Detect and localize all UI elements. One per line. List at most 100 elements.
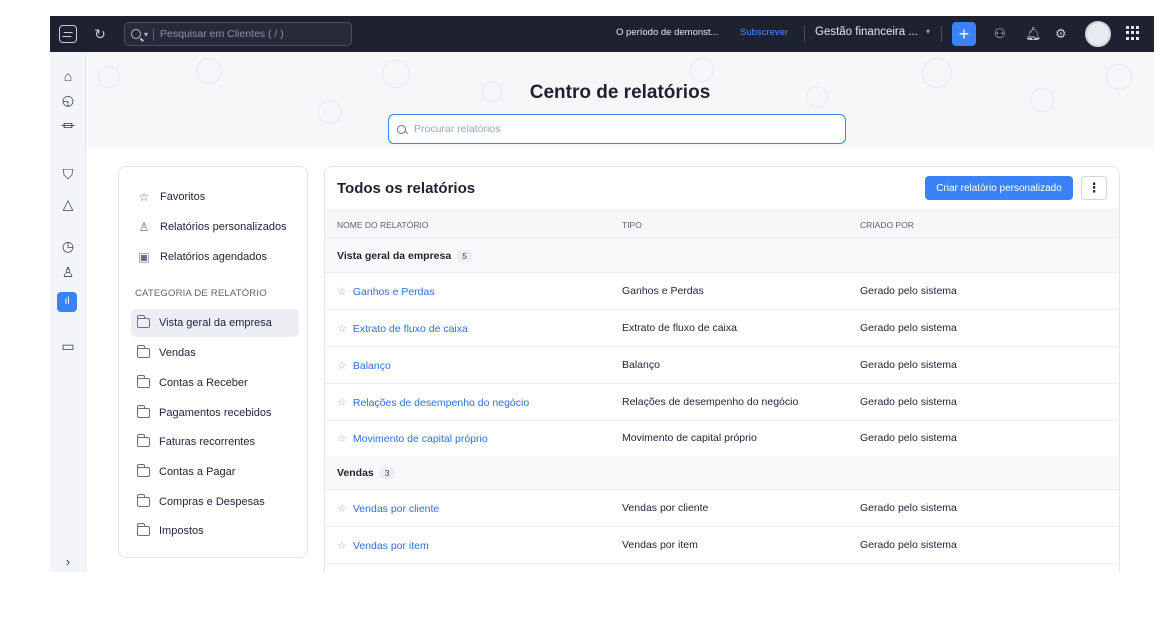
star-icon[interactable]: ☆ <box>337 432 347 445</box>
sidebar-item-label: Contas a Pagar <box>159 466 236 478</box>
folder-icon <box>137 494 150 507</box>
chevron-down-icon[interactable]: ▾ <box>144 30 148 39</box>
report-link[interactable]: ☆ Extrato de fluxo de caixa <box>337 322 468 336</box>
table-row[interactable]: ☆ Vendas por cliente Vendas por cliente G… <box>325 490 1119 527</box>
group-count-badge: 5 <box>457 249 472 262</box>
report-link[interactable]: ☆ Relações de desempenho do negócio <box>337 396 529 410</box>
refresh-icon[interactable]: ↻ <box>86 16 114 52</box>
reports-icon[interactable]: ıl <box>57 292 77 312</box>
logo-icon[interactable] <box>50 16 86 52</box>
report-link[interactable]: ☆ Balanço <box>337 359 391 373</box>
report-type: Vendas por cliente <box>622 502 709 514</box>
sidebar-item-recurring-invoices[interactable]: Faturas recorrentes <box>131 428 299 456</box>
report-created-by: Gerado pelo sistema <box>860 285 957 297</box>
sidebar-item-label: Vendas <box>159 347 196 359</box>
global-search-placeholder[interactable]: Pesquisar em Clientes ( / ) <box>160 28 284 40</box>
subscribe-link[interactable]: Subscrever <box>740 27 788 38</box>
sidebar-item-payments-received[interactable]: Pagamentos recebidos <box>131 399 299 427</box>
top-bar: ↻ ▾ Pesquisar em Clientes ( / ) O períod… <box>50 16 1154 52</box>
star-icon[interactable]: ☆ <box>337 539 347 552</box>
search-icon <box>131 29 141 39</box>
report-link[interactable]: ☆ Movimento de capital próprio <box>337 432 488 446</box>
table-row[interactable]: ☆ Relações de desempenho do negócio Relaç… <box>325 384 1119 421</box>
gear-icon[interactable]: ⚙ <box>1055 26 1067 42</box>
star-icon[interactable]: ☆ <box>337 502 347 515</box>
report-search[interactable] <box>388 114 846 144</box>
group-count-badge: 3 <box>379 466 395 479</box>
star-icon[interactable]: ☆ <box>337 322 347 335</box>
report-name[interactable]: Extrato de fluxo de caixa <box>353 323 468 335</box>
column-header-created-by[interactable]: CRIADO POR <box>860 220 914 230</box>
sidebar-item-purchases-expenses[interactable]: Compras e Despesas <box>131 488 299 516</box>
user-icon[interactable]: ♙ <box>50 264 86 281</box>
sidebar-item-custom-reports[interactable]: ♙ Relatórios personalizados <box>131 213 299 241</box>
bag-icon[interactable]: ◵ <box>50 92 86 109</box>
folder-icon <box>137 434 150 447</box>
trial-notice: O período de demonst... <box>616 27 719 38</box>
sidebar-item-taxes[interactable]: Impostos <box>131 517 299 545</box>
report-name[interactable]: Balanço <box>353 360 391 372</box>
table-row[interactable]: ☆ Balanço Balanço Gerado pelo sistema <box>325 347 1119 384</box>
global-search[interactable]: ▾ Pesquisar em Clientes ( / ) <box>124 22 352 46</box>
org-switcher[interactable]: Gestão financeira ... <box>815 26 918 38</box>
star-icon[interactable]: ☆ <box>337 285 347 298</box>
cart-icon[interactable]: ⛉ <box>50 166 86 183</box>
report-search-input[interactable] <box>414 123 814 135</box>
table-row[interactable]: ☆ Extrato de fluxo de caixa Extrato de fl… <box>325 310 1119 347</box>
quick-create-button[interactable]: + <box>952 22 976 46</box>
report-name[interactable]: Vendas por cliente <box>353 503 439 515</box>
decorative-doodle <box>690 58 714 82</box>
table-row[interactable]: ☆ Ganhos e Perdas Ganhos e Perdas Gerado … <box>325 273 1119 310</box>
star-icon[interactable]: ☆ <box>337 359 347 372</box>
group-name: Vista geral da empresa <box>337 249 452 262</box>
create-custom-report-button[interactable]: Criar relatório personalizado <box>925 176 1073 200</box>
report-type: Balanço <box>622 359 660 371</box>
sidebar-item-company-overview[interactable]: Vista geral da empresa <box>131 309 299 337</box>
report-created-by: Gerado pelo sistema <box>860 432 957 444</box>
report-name[interactable]: Vendas por item <box>353 540 429 552</box>
report-created-by: Gerado pelo sistema <box>860 359 957 371</box>
report-link[interactable]: ☆ Vendas por item <box>337 539 429 553</box>
clock-icon[interactable]: ◷ <box>50 238 86 255</box>
people-icon[interactable]: ⚇ <box>994 26 1006 42</box>
sidebar-item-label: Relatórios agendados <box>160 251 268 263</box>
sidebar-item-scheduled-reports[interactable]: ▣ Relatórios agendados <box>131 243 299 271</box>
star-icon: ☆ <box>138 190 150 204</box>
sidebar-item-sales[interactable]: Vendas <box>131 339 299 367</box>
column-header-name[interactable]: NOME DO RELATÓRIO <box>337 220 428 230</box>
report-type: Ganhos e Perdas <box>622 285 704 297</box>
folder-icon <box>137 315 150 328</box>
sidebar-item-label: Impostos <box>159 525 204 537</box>
folder-icon[interactable]: ▭ <box>50 338 86 355</box>
apps-grid-icon[interactable] <box>1126 26 1140 40</box>
reports-title: Todos os relatórios <box>337 180 476 197</box>
bank-icon[interactable]: ⏛ <box>50 116 86 136</box>
report-name[interactable]: Ganhos e Perdas <box>353 286 435 298</box>
column-header-type[interactable]: TIPO <box>622 220 642 230</box>
avatar[interactable] <box>1085 21 1111 47</box>
sidebar-item-label: Favoritos <box>160 191 206 203</box>
report-name[interactable]: Movimento de capital próprio <box>353 433 488 445</box>
sidebar-item-label: Vista geral da empresa <box>159 317 272 329</box>
sidebar-item-payables[interactable]: Contas a Pagar <box>131 458 299 486</box>
star-icon[interactable]: ☆ <box>337 396 347 409</box>
table-row[interactable]: ☆ Movimento de capital próprio Movimento … <box>325 420 1119 457</box>
sidebar-item-favorites[interactable]: ☆ Favoritos <box>131 183 299 211</box>
bell-icon[interactable]: 🔔︎ <box>1025 26 1042 42</box>
report-link[interactable]: ☆ Vendas por cliente <box>337 502 439 516</box>
shopping-bag-icon[interactable]: △ <box>50 196 86 213</box>
sidebar-item-label: Faturas recorrentes <box>159 436 255 448</box>
user-icon: ♙ <box>138 220 150 234</box>
chevron-down-icon[interactable]: ▾ <box>926 27 930 36</box>
report-created-by: Gerado pelo sistema <box>860 322 957 334</box>
home-icon[interactable]: ⌂ <box>50 68 86 84</box>
more-options-button[interactable]: ⋮ <box>1081 176 1107 200</box>
table-row[interactable]: ☆ Vendas por item Vendas por item Gerado … <box>325 527 1119 564</box>
folder-icon <box>137 523 150 536</box>
chevron-right-icon[interactable]: › <box>50 554 86 569</box>
sidebar-item-receivables[interactable]: Contas a Receber <box>131 369 299 397</box>
report-name[interactable]: Relações de desempenho do negócio <box>353 397 529 409</box>
report-type: Relações de desempenho do negócio <box>622 396 799 408</box>
report-link[interactable]: ☆ Ganhos e Perdas <box>337 285 435 299</box>
group-row-sales: Vendas 3 <box>325 456 1119 490</box>
